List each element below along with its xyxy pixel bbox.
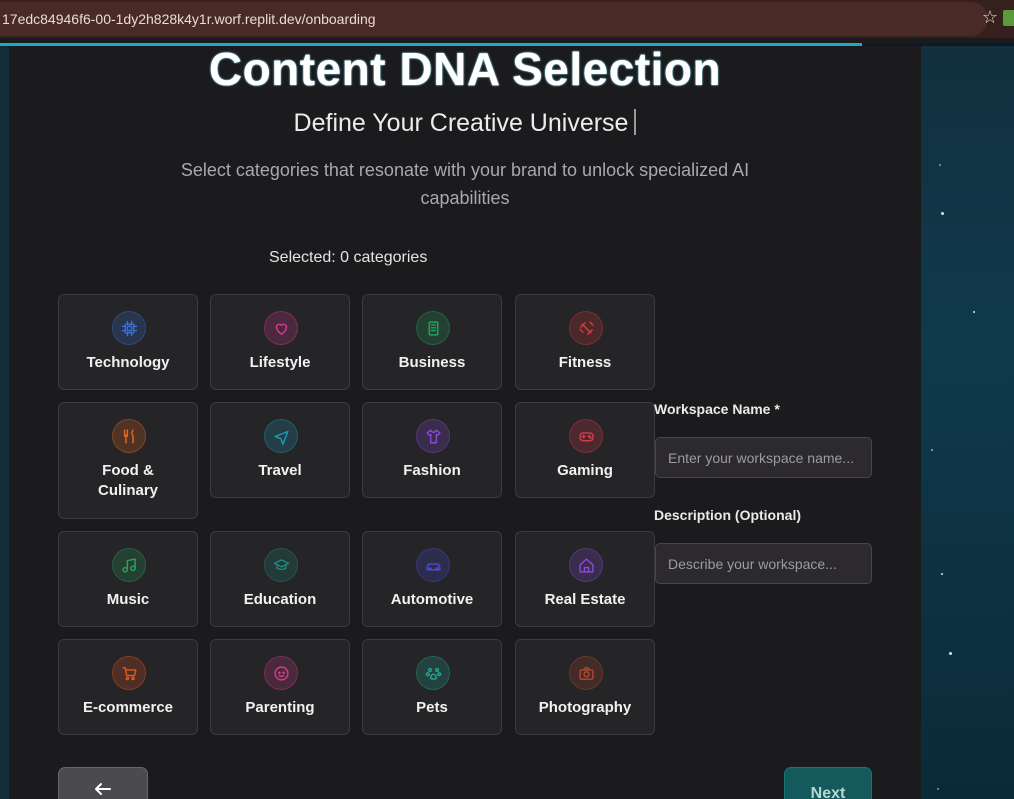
workspace-name-label: Workspace Name * bbox=[654, 401, 780, 417]
page-subtitle: Define Your Creative Universe bbox=[0, 109, 930, 138]
category-card-real-estate[interactable]: Real Estate bbox=[515, 531, 655, 627]
category-label: Music bbox=[106, 591, 150, 608]
category-label: Education bbox=[243, 591, 317, 608]
category-label: E-commerce bbox=[82, 699, 174, 716]
subtitle-text: Define Your Creative Universe bbox=[293, 109, 629, 137]
description-input[interactable] bbox=[655, 543, 872, 584]
category-label: Fitness bbox=[558, 354, 612, 371]
star bbox=[939, 164, 941, 166]
extension-icon[interactable] bbox=[1003, 10, 1014, 26]
category-label: Parenting bbox=[245, 699, 315, 716]
star bbox=[941, 212, 944, 215]
page-description: Select categories that resonate with you… bbox=[180, 160, 750, 208]
car-icon bbox=[416, 548, 450, 582]
category-card-travel[interactable]: Travel bbox=[210, 402, 350, 498]
category-label: Automotive bbox=[390, 591, 474, 608]
next-button[interactable]: Next bbox=[784, 767, 872, 799]
url-text[interactable]: 17edc84946f6-00-1dy2h828k4y1r.worf.repli… bbox=[2, 11, 376, 27]
starfield-background bbox=[921, 46, 1014, 799]
category-card-e-commerce[interactable]: E-commerce bbox=[58, 639, 198, 735]
background-edge bbox=[0, 46, 9, 799]
next-button-label: Next bbox=[810, 785, 846, 799]
typing-cursor bbox=[634, 109, 637, 135]
arrow-left-icon bbox=[94, 780, 112, 799]
bookmark-star-icon[interactable]: ☆ bbox=[982, 7, 998, 28]
plane-icon bbox=[264, 419, 298, 453]
category-card-music[interactable]: Music bbox=[58, 531, 198, 627]
category-label: Fashion bbox=[403, 462, 461, 479]
category-label: Business bbox=[398, 354, 466, 371]
home-icon bbox=[569, 548, 603, 582]
baby-icon bbox=[264, 656, 298, 690]
category-card-gaming[interactable]: Gaming bbox=[515, 402, 655, 498]
category-card-technology[interactable]: Technology bbox=[58, 294, 198, 390]
music-icon bbox=[112, 548, 146, 582]
dumbbell-icon bbox=[569, 311, 603, 345]
star bbox=[931, 449, 933, 451]
category-label: Technology bbox=[86, 354, 170, 371]
back-button[interactable] bbox=[58, 767, 148, 799]
category-label: Photography bbox=[538, 699, 632, 716]
category-card-fitness[interactable]: Fitness bbox=[515, 294, 655, 390]
paw-icon bbox=[416, 656, 450, 690]
category-label: Travel bbox=[258, 462, 302, 479]
browser-toolbar: 17edc84946f6-00-1dy2h828k4y1r.worf.repli… bbox=[0, 0, 1014, 38]
category-label: Food & Culinary bbox=[97, 462, 158, 499]
star bbox=[949, 652, 952, 655]
address-bar[interactable]: 17edc84946f6-00-1dy2h828k4y1r.worf.repli… bbox=[0, 2, 988, 36]
star bbox=[937, 788, 939, 790]
workspace-name-input[interactable] bbox=[655, 437, 872, 478]
category-card-business[interactable]: Business bbox=[362, 294, 502, 390]
camera-icon bbox=[569, 656, 603, 690]
category-card-lifestyle[interactable]: Lifestyle bbox=[210, 294, 350, 390]
category-label: Gaming bbox=[557, 462, 613, 479]
utensils-icon bbox=[112, 419, 146, 453]
graduation-cap-icon bbox=[264, 548, 298, 582]
star bbox=[941, 573, 943, 575]
category-card-food-culinary[interactable]: Food & Culinary bbox=[58, 402, 198, 519]
page-title: Content DNA Selection bbox=[208, 43, 722, 95]
category-card-parenting[interactable]: Parenting bbox=[210, 639, 350, 735]
category-card-photography[interactable]: Photography bbox=[515, 639, 655, 735]
category-card-education[interactable]: Education bbox=[210, 531, 350, 627]
star bbox=[973, 311, 975, 313]
category-label: Real Estate bbox=[544, 591, 626, 608]
heart-icon bbox=[264, 311, 298, 345]
selected-count: Selected: 0 categories bbox=[269, 249, 428, 266]
description-label: Description (Optional) bbox=[654, 507, 801, 523]
category-card-automotive[interactable]: Automotive bbox=[362, 531, 502, 627]
building-icon bbox=[416, 311, 450, 345]
category-label: Lifestyle bbox=[249, 354, 311, 371]
gamepad-icon bbox=[569, 419, 603, 453]
category-card-pets[interactable]: Pets bbox=[362, 639, 502, 735]
category-card-fashion[interactable]: Fashion bbox=[362, 402, 502, 498]
cpu-icon bbox=[112, 311, 146, 345]
cart-icon bbox=[112, 656, 146, 690]
shirt-icon bbox=[416, 419, 450, 453]
category-label: Pets bbox=[416, 699, 448, 716]
